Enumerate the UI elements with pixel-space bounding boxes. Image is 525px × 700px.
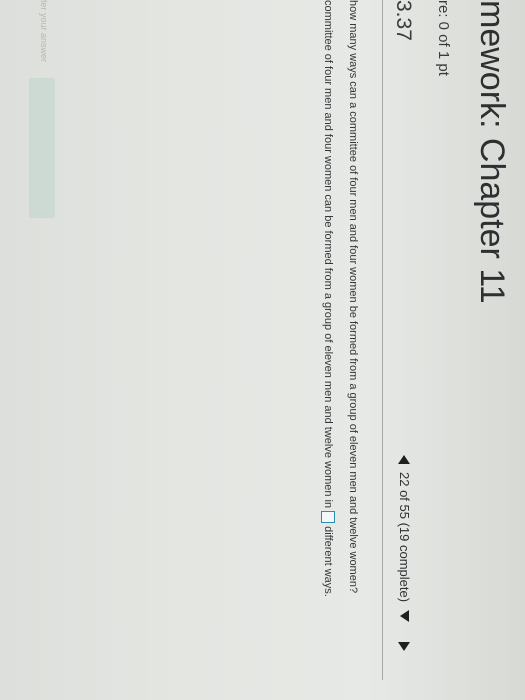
progress-label: 22 of 55 (19 complete)	[397, 472, 412, 603]
answer-prefix: committee of four men and four women can…	[322, 0, 334, 509]
screen-content: mework: Chapter 11 re: 0 of 1 pt 3.37 22…	[0, 0, 525, 700]
answer-input[interactable]	[321, 511, 335, 524]
footer-hint: ter your answer	[39, 0, 49, 63]
next-question-icon[interactable]	[398, 642, 411, 652]
page-title: mework: Chapter 11	[473, 0, 511, 304]
previous-question-icon[interactable]	[398, 455, 411, 464]
check-answer-button[interactable]	[29, 78, 55, 218]
answer-suffix: different ways.	[322, 526, 334, 597]
photo-background: mework: Chapter 11 re: 0 of 1 pt 3.37 22…	[0, 0, 525, 700]
question-list-dropdown-icon[interactable]	[400, 610, 409, 623]
question-text: how many ways can a committee of four me…	[347, 0, 359, 594]
score-label: re: 0 of 1 pt	[435, 0, 452, 76]
question-navigation: 22 of 55 (19 complete)	[397, 455, 412, 652]
answer-line: committee of four men and four women can…	[321, 0, 335, 597]
divider	[382, 0, 383, 680]
question-number: 3.37	[392, 0, 415, 41]
